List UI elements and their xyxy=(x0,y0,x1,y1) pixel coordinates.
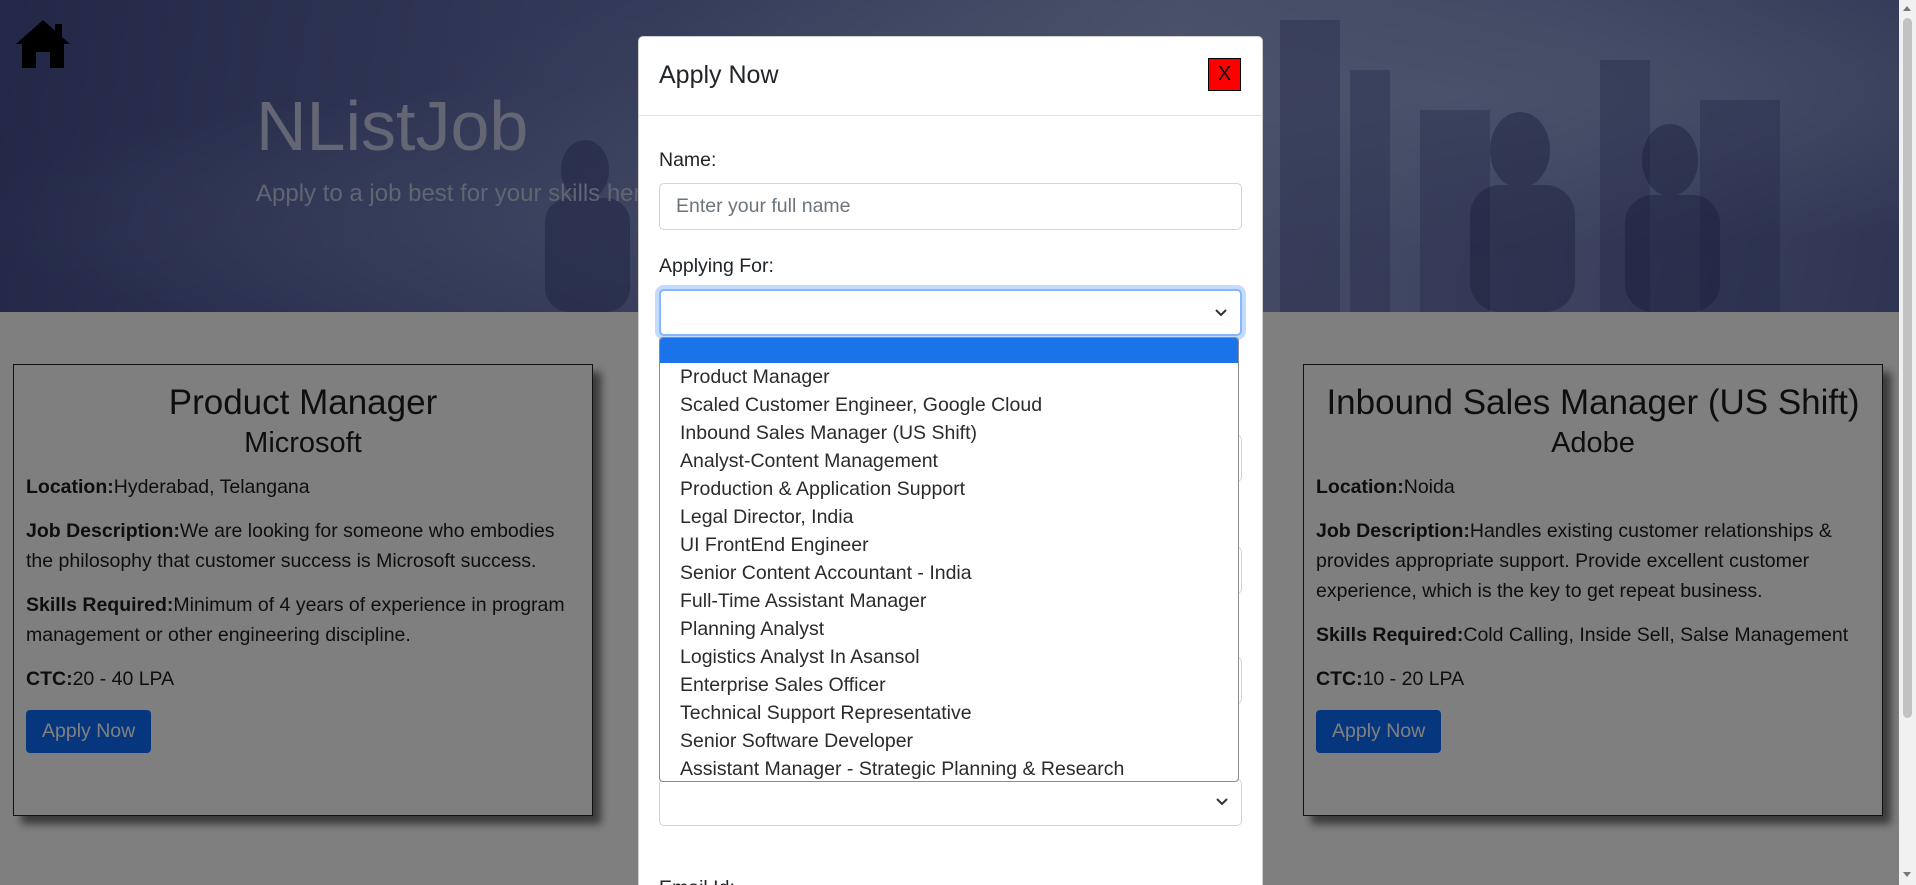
applying-for-select[interactable] xyxy=(659,289,1242,336)
dropdown-option[interactable]: Senior Content Accountant - India xyxy=(660,559,1238,587)
scroll-up-arrow-icon[interactable] xyxy=(1903,6,1911,11)
modal-header: Apply Now X xyxy=(639,37,1262,116)
dropdown-option[interactable]: UI FrontEnd Engineer xyxy=(660,531,1238,559)
dropdown-option[interactable]: Planning Analyst xyxy=(660,615,1238,643)
name-input[interactable] xyxy=(659,183,1242,230)
page-scrollbar[interactable] xyxy=(1899,0,1916,885)
name-label: Name: xyxy=(659,149,717,171)
chevron-down-icon xyxy=(1215,309,1227,317)
applying-for-label: Applying For: xyxy=(659,255,774,277)
dropdown-option[interactable]: Scaled Customer Engineer, Google Cloud xyxy=(660,391,1238,419)
email-label: Email Id: xyxy=(659,877,735,885)
modal-title: Apply Now xyxy=(659,61,779,89)
dropdown-option[interactable]: Legal Director, India xyxy=(660,503,1238,531)
scroll-down-arrow-icon[interactable] xyxy=(1903,872,1911,877)
close-button[interactable]: X xyxy=(1208,58,1241,91)
scrollbar-thumb[interactable] xyxy=(1903,18,1912,718)
dropdown-option[interactable]: Production & Application Support xyxy=(660,475,1238,503)
page: NListJob Apply to a job best for your sk… xyxy=(0,0,1916,885)
dropdown-option[interactable]: Full-Time Assistant Manager xyxy=(660,587,1238,615)
dropdown-option[interactable]: Analyst-Content Management xyxy=(660,447,1238,475)
dropdown-option[interactable]: Enterprise Sales Officer xyxy=(660,671,1238,699)
form-select[interactable] xyxy=(659,779,1242,826)
dropdown-option[interactable]: Senior Software Developer xyxy=(660,727,1238,755)
chevron-down-icon xyxy=(1216,798,1228,806)
dropdown-option[interactable]: Assistant Manager - Strategic Planning &… xyxy=(660,755,1238,781)
dropdown-option[interactable]: Logistics Analyst In Asansol xyxy=(660,643,1238,671)
dropdown-option[interactable]: Inbound Sales Manager (US Shift) xyxy=(660,419,1238,447)
applying-for-options[interactable]: Product Manager Scaled Customer Engineer,… xyxy=(659,337,1239,782)
dropdown-option[interactable]: Technical Support Representative xyxy=(660,699,1238,727)
dropdown-option-blank[interactable] xyxy=(660,338,1238,363)
dropdown-option[interactable]: Product Manager xyxy=(660,363,1238,391)
